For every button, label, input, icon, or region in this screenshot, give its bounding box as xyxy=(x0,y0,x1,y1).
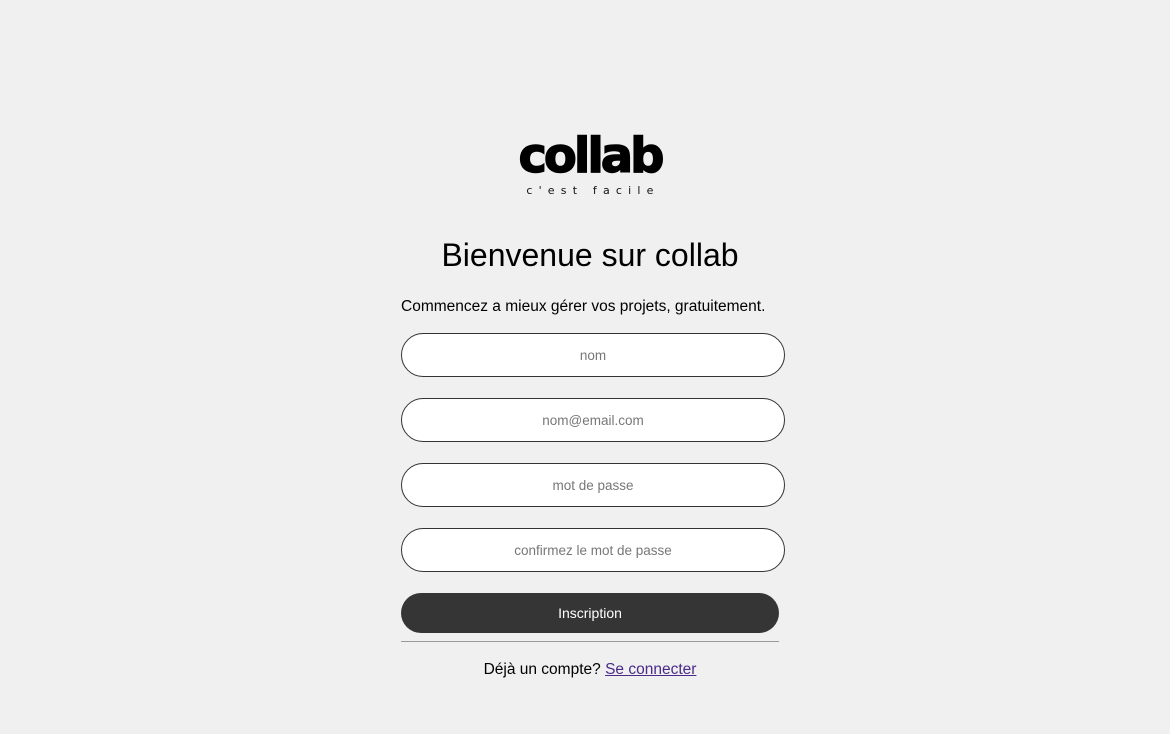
login-link[interactable]: Se connecter xyxy=(605,661,696,678)
confirm-password-input[interactable] xyxy=(401,528,785,572)
name-input[interactable] xyxy=(401,333,785,377)
email-input[interactable] xyxy=(401,398,785,442)
login-prompt-text: Déjà un compte? xyxy=(483,661,601,678)
signup-button[interactable]: Inscription xyxy=(401,593,779,633)
brand-logo: collab c'est facile xyxy=(514,128,666,200)
password-input[interactable] xyxy=(401,463,785,507)
login-prompt-row: Déjà un compte? Se connecter xyxy=(401,660,779,680)
logo-wordmark: collab xyxy=(518,128,665,184)
logo-tagline: c'est facile xyxy=(526,184,660,197)
divider xyxy=(401,641,779,642)
page-title: Bienvenue sur collab xyxy=(441,237,739,273)
page-subtitle: Commencez a mieux gérer vos projets, gra… xyxy=(401,298,766,315)
